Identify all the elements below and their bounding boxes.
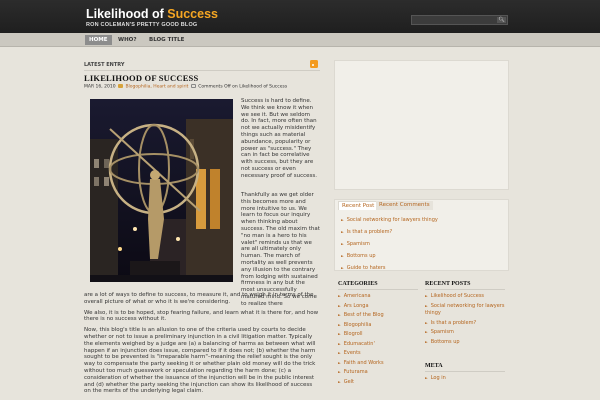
tab-recent-post[interactable]: Recent Post bbox=[338, 201, 379, 210]
category-item[interactable]: Edumacatin' bbox=[338, 340, 418, 350]
blog-title[interactable]: Likelihood of Success bbox=[86, 7, 218, 21]
nav-home[interactable]: HOME bbox=[85, 35, 112, 45]
meta-title: META bbox=[425, 363, 505, 372]
post-paragraph-2-tail: are a lot of ways to define to success, … bbox=[84, 292, 314, 305]
list-item[interactable]: Spamism bbox=[341, 238, 438, 250]
list-item[interactable]: Bottoms up bbox=[341, 250, 438, 262]
sidebar-ad-box bbox=[334, 60, 509, 190]
category-item[interactable]: Events bbox=[338, 349, 418, 359]
post-categories[interactable]: Blogophilia, Heart and spirit bbox=[125, 85, 188, 90]
blog-title-accent[interactable]: Success bbox=[167, 7, 218, 21]
list-item[interactable]: Is that a problem? bbox=[341, 226, 438, 238]
folder-icon bbox=[118, 84, 123, 88]
comment-icon bbox=[190, 84, 196, 88]
meta-widget: META Log in bbox=[425, 363, 505, 384]
log-in-link[interactable]: Log in bbox=[425, 374, 505, 384]
nav-blog-title[interactable]: BLOG TITLE bbox=[145, 35, 188, 45]
divider bbox=[84, 70, 320, 71]
post-paragraph-2: Thankfully as we get older this becomes … bbox=[241, 192, 320, 307]
rss-icon[interactable] bbox=[310, 60, 318, 68]
post-comments: Comments Off on Likelihood of Success bbox=[198, 84, 288, 90]
recent-posts-list: Likelihood of Success Social networking … bbox=[425, 292, 505, 347]
atlas-statue-photo bbox=[90, 99, 233, 282]
categories-title: CATEGORIES bbox=[338, 281, 418, 290]
site-header: Likelihood of Success RON COLEMAN'S PRET… bbox=[0, 0, 600, 33]
post-body-continued: are a lot of ways to define to success, … bbox=[84, 292, 320, 399]
list-item[interactable]: Social networking for lawyers thingy bbox=[341, 214, 438, 226]
categories-widget: CATEGORIES Americana Ars Longa Best of t… bbox=[338, 281, 418, 387]
post-title[interactable]: LIKELIHOOD OF SUCCESS bbox=[84, 73, 198, 83]
recent-posts-title: RECENT POSTS bbox=[425, 281, 505, 290]
tab-recent-comments[interactable]: Recent Comments bbox=[376, 201, 433, 210]
category-item[interactable]: Blogroll bbox=[338, 330, 418, 340]
list-item[interactable]: Guide to haters bbox=[341, 262, 438, 274]
post-date: MAR 16, 2010 bbox=[84, 84, 116, 90]
recent-post-item[interactable]: Is that a problem? bbox=[425, 319, 505, 329]
recent-posts-widget: RECENT POSTS Likelihood of Success Socia… bbox=[425, 281, 505, 384]
search-box: 🔍︎ bbox=[411, 15, 508, 25]
main-nav: HOME WHO? BLOG TITLE bbox=[0, 33, 600, 47]
recent-post-item[interactable]: Social networking for lawyers thingy bbox=[425, 303, 505, 317]
blog-tagline: RON COLEMAN'S PRETTY GOOD BLOG bbox=[86, 22, 198, 28]
latest-entry-label: LATEST ENTRY bbox=[84, 62, 125, 68]
post-paragraph-4: Now, this blog's title is an allusion to… bbox=[84, 327, 316, 395]
category-item[interactable]: Faith and Works bbox=[338, 359, 418, 369]
category-item[interactable]: Blogophilia bbox=[338, 321, 418, 331]
recent-post-item[interactable]: Bottoms up bbox=[425, 338, 505, 348]
meta-list: Log in bbox=[425, 374, 505, 384]
main-content: LATEST ENTRY LIKELIHOOD OF SUCCESS MAR 1… bbox=[82, 58, 322, 400]
category-item[interactable]: Best of the Blog bbox=[338, 311, 418, 321]
search-icon[interactable]: 🔍︎ bbox=[497, 17, 506, 23]
category-item[interactable]: Americana bbox=[338, 292, 418, 302]
category-item[interactable]: Gelt bbox=[338, 378, 418, 388]
post-meta: MAR 16, 2010 Blogophilia, Heart and spir… bbox=[84, 84, 287, 90]
recent-post-item[interactable]: Spamism bbox=[425, 328, 505, 338]
post-image bbox=[90, 99, 233, 282]
categories-list: Americana Ars Longa Best of the Blog Blo… bbox=[338, 292, 418, 387]
category-item[interactable]: Futurama bbox=[338, 368, 418, 378]
recent-tabs-widget: Recent Post Recent Comments Social netwo… bbox=[334, 199, 509, 271]
recent-post-item[interactable]: Likelihood of Success bbox=[425, 292, 505, 302]
post-paragraph-3: We also, it is to be hoped, stop fearing… bbox=[84, 309, 319, 323]
blog-title-main[interactable]: Likelihood of bbox=[86, 7, 167, 21]
recent-post-list: Social networking for lawyers thingy Is … bbox=[341, 214, 438, 274]
category-item[interactable]: Ars Longa bbox=[338, 302, 418, 312]
post-paragraph-1: Success is hard to define. We think we k… bbox=[241, 98, 318, 179]
search-input[interactable] bbox=[412, 16, 496, 24]
nav-who[interactable]: WHO? bbox=[114, 35, 141, 45]
